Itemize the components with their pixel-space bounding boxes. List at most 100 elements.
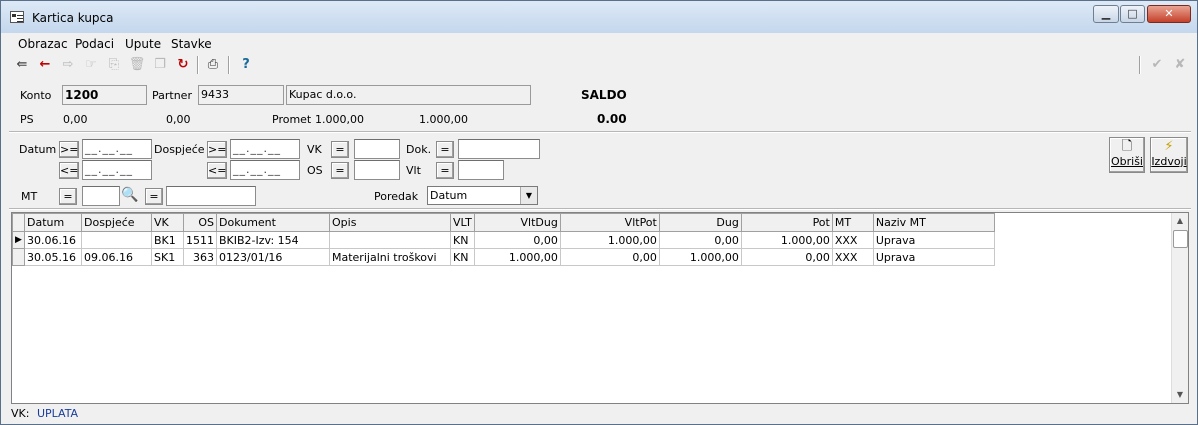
datum-from-field[interactable]: __.__.__ [82,139,152,159]
col-header-datum[interactable]: Datum [24,213,82,232]
search-icon[interactable]: 🔍 [121,186,139,205]
window: Kartica kupca ▁ □ ✕ Obrazac Podaci Upute… [0,0,1198,425]
refresh-icon[interactable]: ↻ [174,56,192,74]
current-row-icon: ▶ [12,231,25,249]
help-icon[interactable]: ? [237,56,255,74]
row-indicator-header [12,213,25,232]
col-header-vk[interactable]: VK [151,213,184,232]
toolbar-separator [197,56,199,74]
datum-le-button[interactable]: <= [59,162,79,179]
vlt-eq-button[interactable]: = [436,162,454,179]
dospijece-to-field[interactable]: __.__.__ [230,160,300,180]
izdvoji-button[interactable]: ⚡ Izdvoji [1150,137,1188,173]
partner-name-field[interactable]: Kupac d.o.o. [286,85,531,105]
ps-dug-value: 0,00 [63,113,88,126]
konto-field[interactable]: 1200 [62,85,147,105]
poredak-select[interactable]: Datum ▼ [427,186,538,205]
cell-vk: SK1 [151,248,184,266]
lightning-icon: ⚡ [1164,139,1174,154]
col-header-vltpot[interactable]: VltPot [559,213,660,232]
cancel-icon[interactable]: ✘ [1171,56,1189,74]
vk-eq-button[interactable]: = [331,141,349,158]
mt-eq-button[interactable]: = [59,188,77,205]
menu-podaci[interactable]: Podaci [75,37,114,51]
print-icon[interactable]: ⎙ [204,56,222,74]
transactions-grid: Datum Dospjeće VK OS Dokument Opis VLT V… [11,212,1189,404]
toolbar: ⇚ ← ⇨ ☞ ⎘ 🗑 ❐ ↻ ⎙ ? ✔ ✘ [9,53,1191,77]
col-header-pot[interactable]: Pot [740,213,833,232]
partner-code-field[interactable]: 9433 [198,85,284,105]
saldo-value: 0.00 [597,112,627,126]
col-header-vltdug[interactable]: VltDug [473,213,561,232]
obrisi-label: Obriši [1110,155,1143,168]
col-header-mt[interactable]: MT [831,213,874,232]
menu-obrazac[interactable]: Obrazac [18,37,68,51]
table-row[interactable]: ▶ 30.06.16 BK1 1511 BKIB2-Izv: 154 KN 0,… [12,231,995,249]
mt-field[interactable] [82,186,120,206]
chevron-down-icon[interactable]: ▼ [520,187,537,204]
close-button[interactable]: ✕ [1147,5,1191,23]
dok-eq-button[interactable]: = [436,141,454,158]
table-header: Datum Dospjeće VK OS Dokument Opis VLT V… [12,213,995,232]
cell-os: 363 [183,248,217,266]
cell-pot: 1.000,00 [740,231,833,249]
cell-naziv-mt: Uprava [872,248,995,266]
back-arrow-icon[interactable]: ← [36,56,54,74]
menu-upute[interactable]: Upute [125,37,161,51]
cell-datum: 30.06.16 [24,231,82,249]
maximize-button[interactable]: □ [1120,5,1145,23]
confirm-icon[interactable]: ✔ [1148,56,1166,74]
table-row[interactable]: 30.05.16 09.06.16 SK1 363 0123/01/16 Mat… [12,248,995,266]
col-header-dug[interactable]: Dug [658,213,742,232]
cell-mt: XXX [831,231,874,249]
os-field[interactable] [354,160,400,180]
col-header-dokument[interactable]: Dokument [216,213,330,232]
dospijece-from-field[interactable]: __.__.__ [230,139,300,159]
dok-field[interactable] [458,139,540,159]
status-label: VK: [11,407,30,420]
header-divider [9,131,1191,133]
cell-opis [329,231,451,249]
col-header-os[interactable]: OS [183,213,217,232]
col-header-naziv-mt[interactable]: Naziv MT [872,213,995,232]
col-header-dospijece[interactable]: Dospjeće [81,213,152,232]
vertical-scrollbar[interactable]: ▲ ▼ [1171,213,1188,403]
konto-label: Konto [20,89,52,102]
dok-label: Dok. [406,143,432,156]
exit-icon[interactable]: ⇚ [13,56,31,74]
delete-icon[interactable]: 🗑 [128,56,146,74]
dospijece-ge-button[interactable]: >= [207,141,227,158]
mt-name-eq-button[interactable]: = [145,188,163,205]
col-header-opis[interactable]: Opis [329,213,451,232]
cell-vlt: KN [450,248,475,266]
menu-stavke[interactable]: Stavke [171,37,212,51]
duplicate-icon[interactable]: ❐ [151,56,169,74]
datum-ge-button[interactable]: >= [59,141,79,158]
minimize-button[interactable]: ▁ [1093,5,1119,23]
izdvoji-label: Izdvoji [1151,155,1187,168]
filter-divider [9,208,1191,210]
poredak-value: Datum [430,189,468,202]
window-title: Kartica kupca [32,11,114,25]
point-icon[interactable]: ☞ [82,56,100,74]
forward-arrow-icon[interactable]: ⇨ [59,56,77,74]
vk-field[interactable] [354,139,400,159]
ps-label: PS [20,113,34,126]
os-eq-button[interactable]: = [331,162,349,179]
cell-mt: XXX [831,248,874,266]
partner-label: Partner [152,89,192,102]
cell-dug: 0,00 [658,231,742,249]
col-header-vlt[interactable]: VLT [450,213,475,232]
promet-dug-value: 1.000,00 [315,113,364,126]
cell-vltpot: 1.000,00 [559,231,660,249]
scroll-up-icon[interactable]: ▲ [1172,213,1188,229]
vlt-field[interactable] [458,160,504,180]
mt-name-field[interactable] [166,186,256,206]
dospijece-le-button[interactable]: <= [207,162,227,179]
scroll-down-icon[interactable]: ▼ [1172,387,1188,403]
datum-to-field[interactable]: __.__.__ [82,160,152,180]
cell-dokument: 0123/01/16 [216,248,330,266]
scroll-thumb[interactable] [1173,230,1188,248]
copy-icon[interactable]: ⎘ [105,56,123,74]
obrisi-button[interactable]: 🗋 Obriši [1109,137,1145,173]
